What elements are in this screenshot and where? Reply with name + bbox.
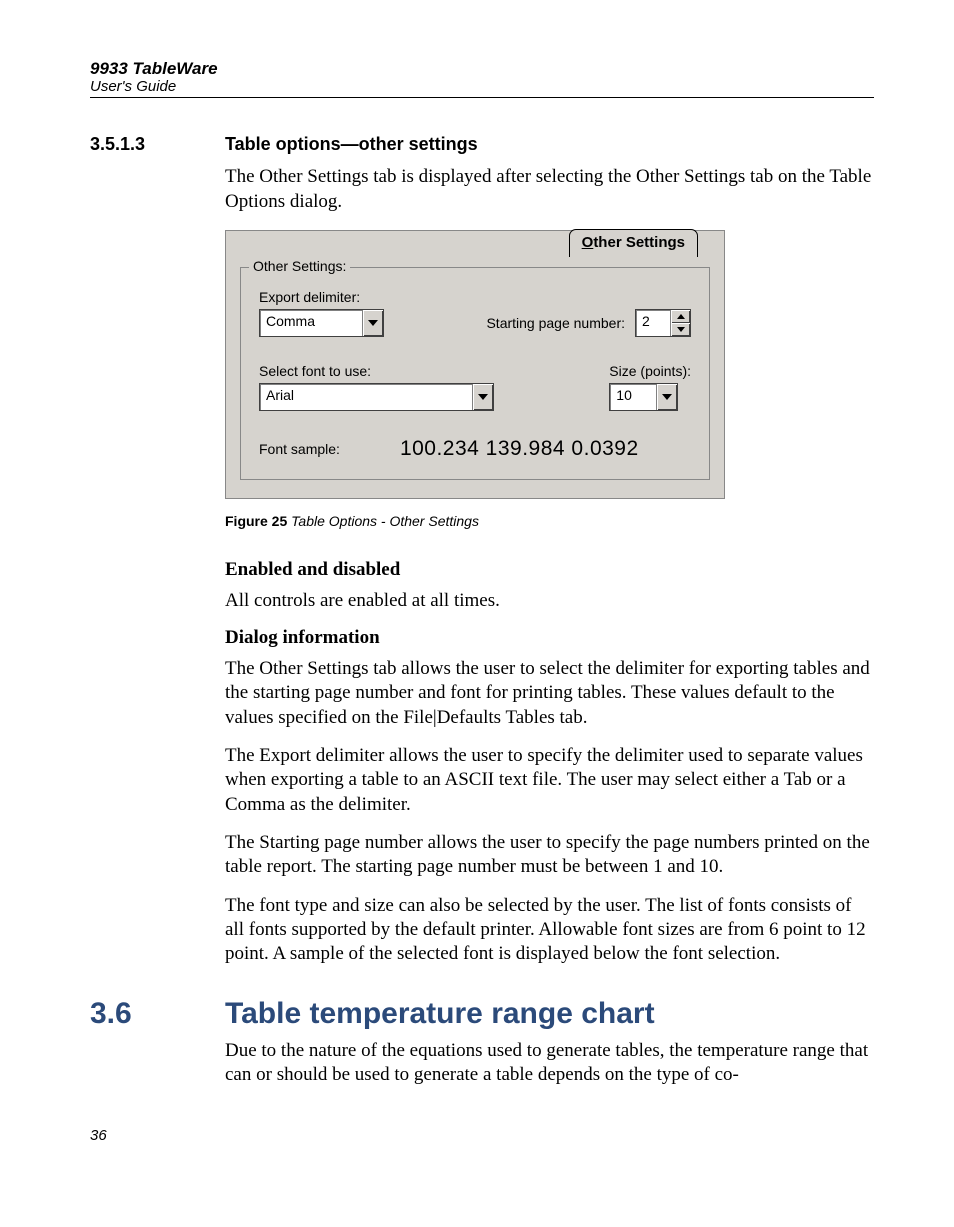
figure-caption: Figure 25 Table Options - Other Settings	[225, 513, 874, 529]
heading-3513: 3.5.1.3 Table options—other settings	[90, 134, 874, 155]
size-combo[interactable]: 10	[609, 383, 678, 411]
dialoginfo-p2: The Export delimiter allows the user to …	[225, 744, 874, 817]
other-settings-group: Other Settings: Export delimiter: Comma …	[240, 267, 710, 480]
doc-title: 9933 TableWare	[90, 60, 874, 79]
chevron-down-icon[interactable]	[656, 384, 677, 410]
sec36-body: Due to the nature of the equations used …	[225, 1039, 874, 1088]
starting-page-value: 2	[636, 310, 670, 336]
other-settings-dialog: Other Settings Other Settings: Export de…	[225, 230, 725, 499]
heading-number: 3.6	[90, 997, 185, 1031]
enabled-body: All controls are enabled at all times.	[225, 589, 874, 613]
heading-36: 3.6 Table temperature range chart	[90, 997, 874, 1031]
chevron-down-icon[interactable]	[472, 384, 493, 410]
dialoginfo-heading: Dialog information	[225, 627, 874, 649]
spinner-up-icon[interactable]	[670, 310, 690, 323]
tab-other-settings[interactable]: Other Settings	[569, 229, 698, 257]
intro-paragraph: The Other Settings tab is displayed afte…	[225, 165, 874, 214]
size-value: 10	[610, 384, 656, 410]
size-label: Size (points):	[609, 363, 691, 379]
page-number: 36	[90, 1127, 874, 1144]
running-head: 9933 TableWare User's Guide	[90, 60, 874, 98]
tab-accel: O	[582, 234, 594, 251]
group-legend: Other Settings:	[249, 258, 350, 274]
starting-page-spinner[interactable]: 2	[635, 309, 691, 337]
heading-number: 3.5.1.3	[90, 134, 185, 155]
figure-number: Figure 25	[225, 513, 287, 529]
export-delimiter-label: Export delimiter:	[259, 289, 691, 305]
dialoginfo-p1: The Other Settings tab allows the user t…	[225, 657, 874, 730]
starting-page-label: Starting page number:	[486, 315, 625, 331]
export-delimiter-combo[interactable]: Comma	[259, 309, 384, 337]
select-font-label: Select font to use:	[259, 363, 494, 379]
enabled-heading: Enabled and disabled	[225, 559, 874, 581]
font-combo[interactable]: Arial	[259, 383, 494, 411]
spinner-down-icon[interactable]	[670, 323, 690, 336]
figure-title: Table Options - Other Settings	[287, 513, 479, 529]
export-delimiter-value: Comma	[260, 310, 362, 336]
font-value: Arial	[260, 384, 472, 410]
dialoginfo-p4: The font type and size can also be selec…	[225, 894, 874, 967]
heading-text: Table options—other settings	[225, 134, 478, 155]
font-sample-value: 100.234 139.984 0.0392	[400, 437, 639, 461]
heading-text: Table temperature range chart	[225, 997, 655, 1031]
doc-subtitle: User's Guide	[90, 79, 874, 96]
chevron-down-icon[interactable]	[362, 310, 383, 336]
dialoginfo-p3: The Starting page number allows the user…	[225, 831, 874, 880]
font-sample-label: Font sample:	[259, 441, 340, 457]
tab-label-rest: ther Settings	[593, 234, 685, 251]
